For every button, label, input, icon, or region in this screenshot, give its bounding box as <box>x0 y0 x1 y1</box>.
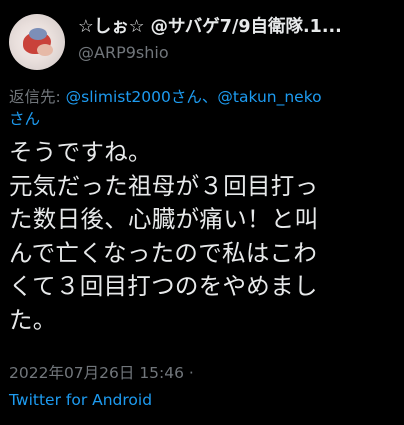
reply-suffix: さん <box>9 110 41 128</box>
tweet-text-line: た。 <box>9 305 57 334</box>
tweet-text-line: くて３回目打つのをやめまし <box>9 272 318 300</box>
reply-separator: 、 <box>201 88 218 106</box>
author-display-name[interactable]: ☆しぉ☆ @サバゲ7/9自衛隊.1... <box>78 16 378 38</box>
tweet-text-line: そうですね。 <box>9 138 152 166</box>
tweet-card: ☆しぉ☆ @サバゲ7/9自衛隊.1... @ARP9shio 返信先: @sli… <box>0 0 404 425</box>
reply-mention-slimist2000[interactable]: @slimist2000さん <box>66 88 202 106</box>
tweet-text: そうですね。 元気だった祖母が３回目打っ た数日後、心臓が痛い！と叫 んで亡くな… <box>9 136 397 337</box>
tweet-text-line: んで亡くなったので私はこわ <box>9 238 318 267</box>
author-handle[interactable]: @ARP9shio <box>78 42 169 64</box>
reply-mention-takun-neko[interactable]: @takun_neko <box>217 88 321 106</box>
reply-to-line: 返信先: @slimist2000さん、@takun_neko さん <box>9 86 401 130</box>
reply-prefix: 返信先: <box>9 88 66 106</box>
tweet-timestamp[interactable]: 2022年07月26日 15:46 · <box>9 362 194 384</box>
avatar[interactable] <box>9 14 65 70</box>
tweet-header: ☆しぉ☆ @サバゲ7/9自衛隊.1... @ARP9shio <box>9 10 401 72</box>
tweet-text-line: た数日後、心臓が痛い！と叫 <box>9 205 319 233</box>
tweet-source-link[interactable]: Twitter for Android <box>9 389 152 411</box>
tweet-text-line: 元気だった祖母が３回目打っ <box>9 171 319 200</box>
avatar-shape <box>29 28 47 40</box>
avatar-shape <box>37 44 53 56</box>
